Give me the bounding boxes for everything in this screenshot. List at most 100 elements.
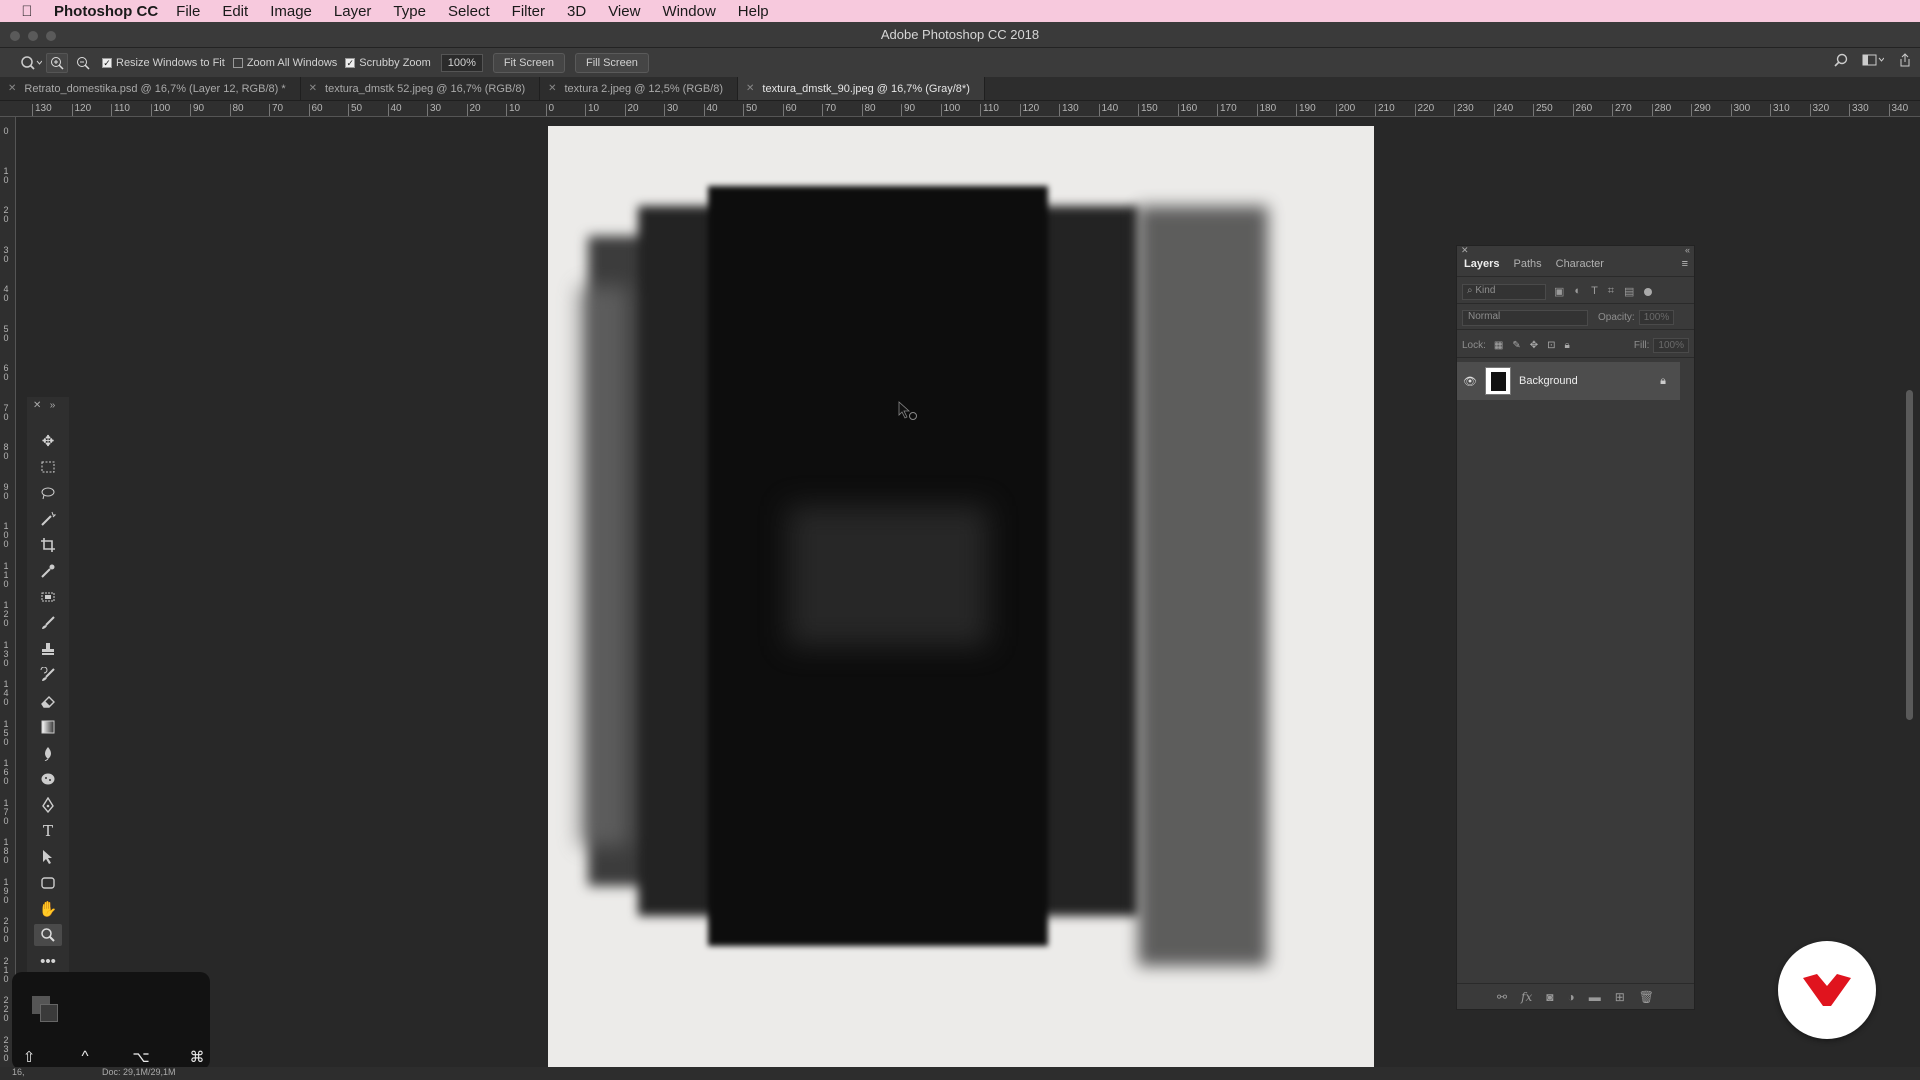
menu-view[interactable]: View (608, 3, 640, 20)
menu-image[interactable]: Image (270, 3, 312, 20)
zoom-in-icon[interactable] (46, 52, 68, 73)
zoom-tool-preset-icon[interactable] (20, 54, 42, 72)
close-icon[interactable]: ✕ (746, 83, 754, 94)
tab-textura-2[interactable]: ✕ textura 2.jpeg @ 12,5% (RGB/8) (540, 77, 739, 100)
pixel-filter-icon[interactable]: ▣ (1554, 285, 1564, 298)
tab-layers[interactable]: Layers (1457, 253, 1506, 276)
status-zoom[interactable]: 16, (12, 1067, 25, 1077)
zoom-tool-icon[interactable] (34, 924, 62, 946)
tab-textura-90[interactable]: ✕ textura_dmstk_90.jpeg @ 16,7% (Gray/8*… (738, 77, 985, 100)
hand-tool-icon[interactable]: ✋ (34, 898, 62, 920)
smart-object-filter-icon[interactable]: ▤ (1624, 285, 1634, 298)
history-brush-tool-icon[interactable] (34, 664, 62, 686)
zoom-all-windows-checkbox[interactable]: Zoom All Windows (232, 57, 337, 69)
lock-transparent-icon[interactable]: ▦ (1494, 340, 1503, 351)
vertical-scrollbar[interactable] (1906, 390, 1913, 720)
ruler-tick: 220 (1414, 104, 1434, 116)
ruler-tick: 10 (585, 104, 599, 116)
blend-mode-dropdown[interactable]: Normal (1462, 309, 1588, 326)
option-key[interactable]: ⌥ (130, 1048, 152, 1066)
tab-character[interactable]: Character (1549, 253, 1611, 276)
menu-help[interactable]: Help (738, 3, 769, 20)
eyedropper-tool-icon[interactable] (34, 560, 62, 582)
resize-windows-checkbox[interactable]: ✓ Resize Windows to Fit (102, 57, 225, 69)
fx-icon[interactable]: fx (1521, 990, 1532, 1004)
brush-tool-icon[interactable] (34, 612, 62, 634)
lock-all-icon[interactable]: 🔒︎ (1565, 340, 1570, 351)
sponge-tool-icon[interactable] (34, 768, 62, 790)
shift-key[interactable]: ⇧ (18, 1048, 40, 1066)
ruler-tick: 5 0 (3, 323, 9, 343)
menu-file[interactable]: File (176, 3, 200, 20)
adjustment-layer-icon[interactable]: ◑ (1567, 990, 1574, 1004)
visibility-eye-icon[interactable]: 👁︎ (1457, 375, 1483, 388)
kind-filter-dropdown[interactable]: ⌕ Kind (1462, 283, 1546, 300)
vertical-ruler[interactable]: 0 1 0 2 0 3 0 4 0 5 0 6 0 7 0 8 0 9 0 1 0 0 1 1 0 1 … (0, 117, 16, 1067)
move-tool-icon[interactable]: ✥ (34, 430, 62, 452)
close-icon[interactable]: ✕ (548, 83, 556, 94)
gradient-tool-icon[interactable] (34, 716, 62, 738)
menu-edit[interactable]: Edit (222, 3, 248, 20)
command-key[interactable]: ⌘ (186, 1048, 208, 1066)
apple-icon[interactable]:  (0, 3, 54, 20)
fill-screen-button[interactable]: Fill Screen (574, 52, 649, 73)
filter-toggle[interactable] (1644, 287, 1653, 296)
document-canvas[interactable] (548, 126, 1374, 1067)
share-icon[interactable] (1898, 53, 1912, 70)
link-layers-icon[interactable]: ⚯ (1497, 990, 1507, 1004)
menu-window[interactable]: Window (662, 3, 715, 20)
magic-wand-tool-icon[interactable] (34, 508, 62, 530)
scrubby-zoom-checkbox[interactable]: ✓ Scrubby Zoom (345, 57, 431, 69)
more-tools-icon[interactable]: ••• (34, 950, 62, 972)
app-menu[interactable]: Photoshop CC (54, 3, 158, 20)
panel-menu-icon[interactable]: ≡ (1682, 258, 1688, 270)
type-filter-icon[interactable]: T (1591, 285, 1598, 298)
menu-filter[interactable]: Filter (512, 3, 545, 20)
new-group-icon[interactable]: ▬ (1589, 990, 1601, 1004)
menu-3d[interactable]: 3D (567, 3, 586, 20)
new-layer-icon[interactable]: ⊞ (1615, 990, 1625, 1004)
menu-type[interactable]: Type (393, 3, 426, 20)
clone-stamp-tool-icon[interactable] (34, 638, 62, 660)
tab-textura-52[interactable]: ✕ textura_dmstk 52.jpeg @ 16,7% (RGB/8) (301, 77, 541, 100)
background-color-swatch[interactable] (40, 1004, 58, 1022)
healing-brush-tool-icon[interactable] (34, 586, 62, 608)
lock-position-icon[interactable]: ✥ (1530, 340, 1538, 351)
status-doc-info[interactable]: Doc: 29,1M/29,1M (102, 1067, 176, 1077)
trash-icon[interactable]: 🗑︎ (1639, 990, 1654, 1004)
layer-row-background[interactable]: 👁︎ Background 🔒︎ (1457, 362, 1680, 400)
layer-name[interactable]: Background (1519, 375, 1660, 387)
layer-mask-icon[interactable]: ◙ (1546, 990, 1553, 1004)
pen-tool-icon[interactable] (34, 794, 62, 816)
close-icon[interactable]: ✕ (309, 83, 317, 94)
fit-screen-button[interactable]: Fit Screen (492, 52, 565, 73)
tab-paths[interactable]: Paths (1506, 253, 1548, 276)
workspace-icon[interactable] (1862, 53, 1885, 70)
control-key[interactable]: ^ (74, 1048, 96, 1066)
lock-pixels-icon[interactable]: ✎ (1512, 340, 1520, 351)
menu-select[interactable]: Select (448, 3, 490, 20)
close-icon[interactable]: ✕ (8, 83, 16, 94)
lock-artboard-icon[interactable]: ⊡ (1547, 340, 1555, 351)
crop-tool-icon[interactable] (34, 534, 62, 556)
marquee-tool-icon[interactable] (34, 456, 62, 478)
adjustment-filter-icon[interactable]: ◐ (1574, 285, 1581, 298)
zoom-out-icon[interactable] (72, 53, 94, 73)
type-tool-icon[interactable]: T (34, 820, 62, 842)
opacity-field[interactable]: 100% (1638, 310, 1675, 325)
fill-field[interactable]: 100% (1653, 338, 1689, 353)
menu-layer[interactable]: Layer (334, 3, 372, 20)
ruler-tick: 270 (1612, 104, 1632, 116)
shape-filter-icon[interactable]: ⌗ (1608, 285, 1614, 298)
lasso-tool-icon[interactable] (34, 482, 62, 504)
tab-retrato[interactable]: ✕ Retrato_domestika.psd @ 16,7% (Layer 1… (0, 77, 301, 100)
ruler-tick: 160 (1177, 104, 1197, 116)
blur-tool-icon[interactable] (34, 742, 62, 764)
eraser-tool-icon[interactable] (34, 690, 62, 712)
ruler-tick: 130 (32, 104, 52, 116)
rectangle-tool-icon[interactable] (34, 872, 62, 894)
zoom-percentage-field[interactable]: 100% (440, 53, 483, 72)
path-selection-tool-icon[interactable] (34, 846, 62, 868)
search-icon[interactable] (1834, 53, 1848, 70)
horizontal-ruler[interactable]: 130 120 110 100 90 80 70 60 50 40 30 20 10 0 10 20 30 40 5… (0, 101, 1920, 117)
